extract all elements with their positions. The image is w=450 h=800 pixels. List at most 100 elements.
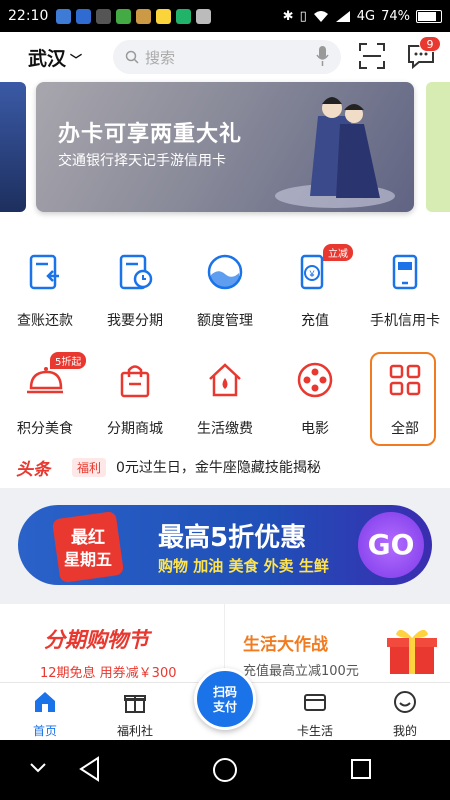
battery-percent: 74% xyxy=(381,8,410,24)
scan-icon[interactable] xyxy=(359,43,385,69)
news-ticker[interactable]: 头条 福利 0元过生日，金牛座隐藏技能揭秘 xyxy=(0,452,450,482)
top-header: 武汉 ﹀ 搜索 xyxy=(0,32,450,82)
banner-carousel[interactable]: 办卡可享两重大礼 交通银行择天记手游信用卡 xyxy=(0,82,450,222)
promo-banner[interactable]: 最红 星期五 最高5折优惠 购物 加油 美食 外卖 生鲜 GO xyxy=(18,505,432,585)
city-name: 武汉 xyxy=(28,48,67,70)
tab-mine[interactable]: 我的 xyxy=(360,683,450,740)
tab-home[interactable]: 首页 xyxy=(0,683,90,740)
notification-icons xyxy=(56,8,212,24)
microphone-icon[interactable] xyxy=(316,46,329,67)
card-title: 分期购物节 xyxy=(44,628,149,652)
tab-label: 首页 xyxy=(32,724,57,738)
quick-item-utility-pay[interactable]: 生活缴费 xyxy=(180,350,270,458)
system-nav-bar xyxy=(0,740,450,800)
app-notification-icon xyxy=(176,8,192,24)
life-battle-card[interactable]: 生活大作战 充值最高立减100元 xyxy=(225,604,450,682)
film-reel-icon xyxy=(297,362,333,398)
card-icon xyxy=(304,694,326,711)
message-count-badge: 9 xyxy=(419,36,441,52)
back-icon[interactable] xyxy=(78,756,102,782)
app-notification-icon xyxy=(76,8,92,24)
scan-pay-line-2: 支付 xyxy=(212,700,237,714)
app-notification-icon xyxy=(156,8,172,24)
red-friday-badge: 最红 星期五 xyxy=(52,511,124,583)
collapse-chevron-icon[interactable] xyxy=(30,762,46,774)
app-notification-icon xyxy=(96,8,112,24)
installment-icon xyxy=(119,254,153,290)
card-subtitle: 充值最高立减100元 xyxy=(243,664,359,679)
bluetooth-icon: ✱ xyxy=(282,8,294,24)
quick-item-movie[interactable]: 电影 xyxy=(270,350,360,458)
recharge-discount-tag: 立减 xyxy=(323,244,353,261)
quick-item-installment-mall[interactable]: 分期商城 xyxy=(90,350,180,458)
character-illustration xyxy=(275,97,395,208)
promo-headline: 最高5折优惠 xyxy=(158,523,307,553)
recents-icon[interactable] xyxy=(350,758,372,780)
card-subtitle: 12期免息 用券减￥300 xyxy=(40,666,177,681)
credit-limit-icon xyxy=(207,254,243,290)
vibrate-icon: ▯ xyxy=(299,8,307,24)
tab-label: 我的 xyxy=(392,724,417,738)
tab-card-life[interactable]: 卡生活 xyxy=(270,683,360,740)
mobile-card-icon xyxy=(392,254,418,290)
scan-pay-button[interactable]: 扫码 支付 xyxy=(194,668,256,730)
status-bar: 22:10 ✱ ▯ 4G 74% xyxy=(0,0,450,32)
network-type: 4G xyxy=(356,8,376,24)
battery-icon xyxy=(416,9,442,23)
banner-slide[interactable]: 办卡可享两重大礼 交通银行择天记手游信用卡 xyxy=(36,82,414,212)
tab-label: 卡生活 xyxy=(296,724,333,738)
quick-item-credit-limit[interactable]: 额度管理 xyxy=(180,242,270,350)
scan-pay-line-1: 扫码 xyxy=(212,685,237,699)
quick-item-label: 额度管理 xyxy=(197,313,253,329)
quick-item-bill-repay[interactable]: 查账还款 xyxy=(0,242,90,350)
tab-welfare[interactable]: 福利社 xyxy=(90,683,180,740)
quick-item-label: 积分美食 xyxy=(17,421,73,437)
quick-item-label: 生活缴费 xyxy=(197,421,253,437)
city-selector[interactable]: 武汉 ﹀ xyxy=(28,44,82,71)
quick-item-label: 手机信用卡 xyxy=(370,313,440,329)
home-icon xyxy=(35,692,55,712)
banner-subtitle: 交通银行择天记手游信用卡 xyxy=(58,153,226,169)
signal-icon xyxy=(335,10,350,22)
banner-prev-preview[interactable] xyxy=(0,82,26,212)
quick-item-mobile-card[interactable]: 手机信用卡 xyxy=(360,242,450,350)
quick-item-label: 分期商城 xyxy=(107,421,163,437)
status-time: 22:10 xyxy=(8,8,49,24)
promo-go-button[interactable]: GO xyxy=(358,512,424,578)
news-tag: 福利 xyxy=(72,457,107,477)
promo-subline: 购物 加油 美食 外卖 生鲜 xyxy=(158,557,329,575)
card-title: 生活大作战 xyxy=(243,635,328,655)
search-icon xyxy=(125,50,139,64)
wifi-icon xyxy=(313,10,328,22)
installment-festival-card[interactable]: 分期购物节 12期免息 用券减￥300 xyxy=(0,604,225,682)
tab-label: 福利社 xyxy=(116,724,153,738)
quick-item-label: 充值 xyxy=(301,313,329,329)
smiley-user-icon xyxy=(394,691,416,713)
food-discount-tag: 5折起 xyxy=(50,352,87,369)
bill-repay-icon xyxy=(29,254,59,290)
quick-item-recharge[interactable]: ¥ 立减 充值 xyxy=(270,242,360,350)
chevron-down-icon: ﹀ xyxy=(70,53,83,67)
shopping-bag-icon xyxy=(120,365,150,398)
search-placeholder: 搜索 xyxy=(145,48,176,67)
quick-item-points-food[interactable]: 5折起 积分美食 xyxy=(0,350,90,458)
status-right: ✱ ▯ 4G 74% xyxy=(283,9,442,24)
gift-box-icon xyxy=(387,629,437,674)
home-utility-icon xyxy=(209,363,241,397)
search-input[interactable]: 搜索 xyxy=(113,40,341,74)
badge-line-1: 最红 xyxy=(71,527,105,548)
gift-icon xyxy=(124,695,146,713)
app-notification-icon xyxy=(56,8,72,24)
highlight-outline xyxy=(370,352,436,446)
quick-item-installment[interactable]: 我要分期 xyxy=(90,242,180,350)
headline-logo: 头条 xyxy=(16,459,50,480)
badge-line-2: 星期五 xyxy=(64,550,112,569)
app-notification-icon xyxy=(136,8,152,24)
banner-title: 办卡可享两重大礼 xyxy=(58,122,243,147)
home-circle-icon[interactable] xyxy=(212,757,238,783)
app-notification-icon xyxy=(116,8,132,24)
banner-next-preview[interactable] xyxy=(426,82,450,212)
app-notification-icon xyxy=(196,8,212,24)
quick-item-label: 查账还款 xyxy=(17,313,73,329)
news-text: 0元过生日，金牛座隐藏技能揭秘 xyxy=(116,460,321,476)
